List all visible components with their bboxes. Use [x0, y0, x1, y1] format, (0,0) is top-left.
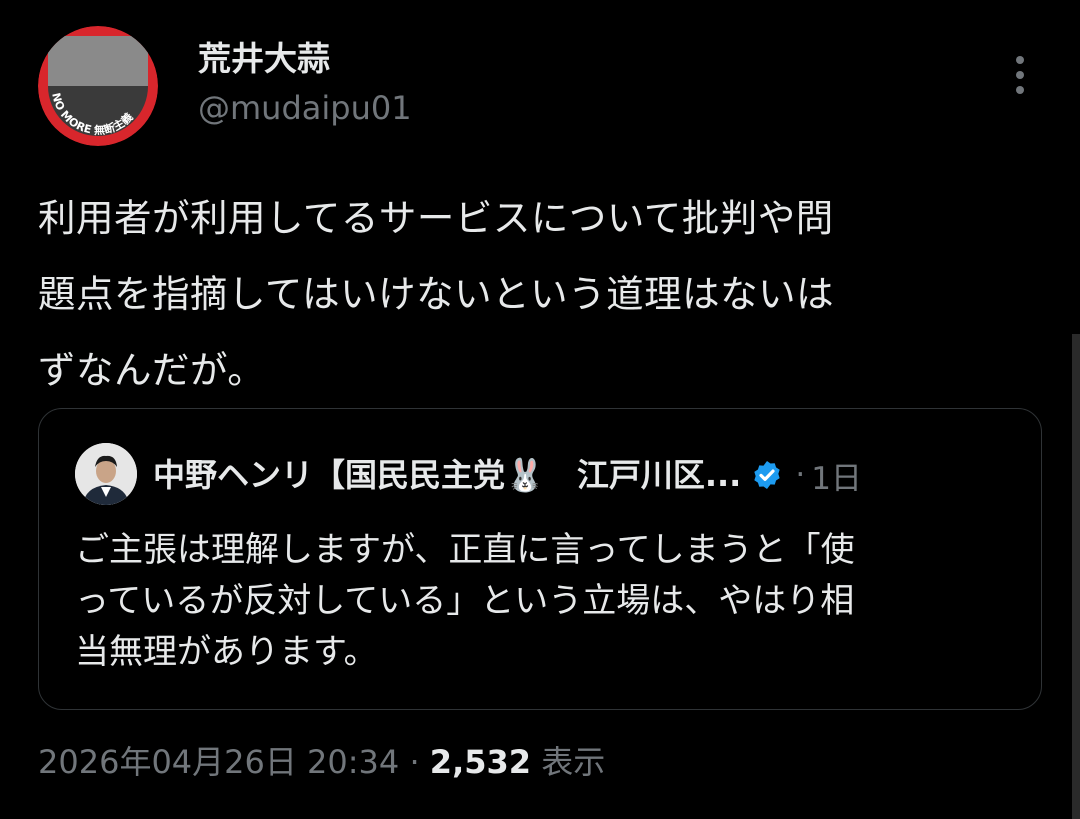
quoted-tweet-card[interactable]: 中野ヘンリ【国民民主党🐰 江戸川区... · 1日 ご主張は理解しますが、正直に… [38, 408, 1042, 710]
author-display-name[interactable]: 荒井大蒜 [198, 42, 330, 75]
quoted-tweet-text: ご主張は理解しますが、正直に言ってしまうと「使 っているが反対している」という立… [75, 530, 855, 672]
quoted-author-avatar[interactable] [75, 443, 137, 505]
author-handle[interactable]: @mudaipu01 [198, 92, 412, 124]
tweet: NO MORE 無断主義 荒井大蒜 @mudaipu01 利用者が利用してるサー… [0, 0, 1080, 819]
quoted-author-avatar-image [75, 443, 137, 505]
author-avatar[interactable]: NO MORE 無断主義 [38, 26, 158, 146]
tweet-text: 利用者が利用してるサービスについて批判や問 題点を指摘してはいけないという道理は… [38, 196, 835, 392]
more-options-button[interactable] [998, 52, 1042, 96]
verified-badge-icon [754, 461, 780, 489]
quoted-author-name[interactable]: 中野ヘンリ【国民民主党🐰 江戸川区... [153, 459, 741, 491]
quoted-tweet-header: 中野ヘンリ【国民民主党🐰 江戸川区... · 1日 [153, 453, 862, 497]
more-vertical-icon [1016, 56, 1024, 94]
tweet-timestamp[interactable]: 2026年04月26日 20:34 [38, 743, 399, 781]
meta-separator: · [409, 743, 420, 781]
quoted-tweet-time[interactable]: 1日 [811, 453, 862, 498]
views-label: 表示 [541, 743, 606, 781]
author-avatar-image: NO MORE 無断主義 [38, 26, 158, 146]
views-count: 2,532 [429, 743, 532, 781]
scrollbar[interactable] [1072, 334, 1080, 819]
quoted-header-separator: · [795, 457, 806, 493]
tweet-metadata: 2026年04月26日 20:34 · 2,532 表示 [38, 742, 605, 782]
